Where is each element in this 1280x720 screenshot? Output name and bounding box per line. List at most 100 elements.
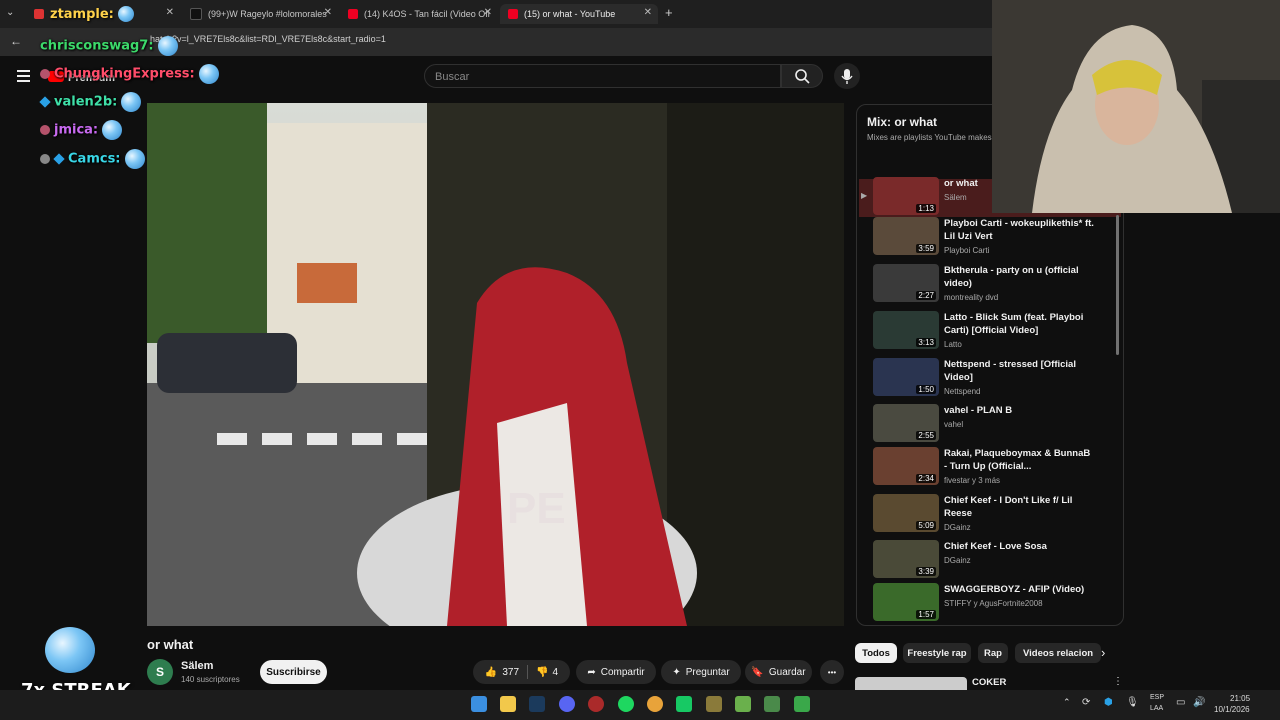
chevron-right-icon[interactable]: › bbox=[1101, 645, 1105, 660]
next-video-title[interactable]: COKER bbox=[972, 677, 1006, 688]
playlist-item-thumbnail[interactable]: 3:59 bbox=[873, 217, 939, 255]
tab-label: (99+)W Rageylo #lolomorales bbox=[208, 9, 327, 19]
file-explorer-icon[interactable] bbox=[500, 696, 516, 712]
sync-icon[interactable]: ⟳ bbox=[1082, 697, 1090, 708]
close-tab-icon[interactable]: ✕ bbox=[644, 7, 652, 18]
playlist-item-thumbnail[interactable]: 1:57 bbox=[873, 583, 939, 621]
spotify-icon[interactable] bbox=[618, 696, 634, 712]
tab-list-chevron-icon[interactable]: ⌄ bbox=[6, 7, 14, 18]
kick-icon[interactable] bbox=[676, 696, 692, 712]
playlist-item-thumbnail[interactable]: 3:13 bbox=[873, 311, 939, 349]
duration-badge: 2:27 bbox=[916, 291, 936, 300]
steam-icon[interactable] bbox=[529, 696, 545, 712]
playlist-item-thumbnail[interactable]: 5:09 bbox=[873, 494, 939, 532]
playlist-item[interactable]: 5:09 Chief Keef - I Don't Like f/ Lil Ree… bbox=[871, 494, 1121, 538]
playlist-item-thumbnail[interactable]: 2:55 bbox=[873, 404, 939, 442]
playlist-item[interactable]: 2:55 vahel - PLAN B vahel bbox=[871, 404, 1121, 448]
next-video-thumbnail[interactable] bbox=[855, 677, 967, 691]
voice-search-button[interactable] bbox=[834, 63, 860, 89]
playlist-item-thumbnail[interactable]: 3:39 bbox=[873, 540, 939, 578]
app-icon[interactable] bbox=[588, 696, 604, 712]
subscribe-button[interactable]: Suscribirse bbox=[260, 660, 327, 684]
playlist-item[interactable]: 3:13 Latto - Blick Sum (feat. Playboi Car… bbox=[871, 311, 1121, 355]
like-count[interactable]: 377 bbox=[502, 667, 519, 678]
playlist-item-title[interactable]: Chief Keef - Love Sosa bbox=[944, 540, 1094, 553]
chrome-icon[interactable] bbox=[647, 696, 663, 712]
playlist-scrollbar[interactable] bbox=[1116, 215, 1119, 355]
playlist-item-title[interactable]: Latto - Blick Sum (feat. Playboi Carti) … bbox=[944, 311, 1094, 337]
new-tab-button[interactable]: + bbox=[665, 5, 673, 20]
share-button[interactable]: ➦ Compartir bbox=[576, 660, 656, 684]
playlist-item-title[interactable]: Playboi Carti - wokeuplikethis* ft. Lil … bbox=[944, 217, 1094, 243]
globe-emote-icon bbox=[121, 92, 142, 112]
browser-tab[interactable]: (14) K4OS - Tan fácil (Video Ofi ✕ bbox=[340, 4, 498, 24]
browser-tab[interactable]: ztample: ✕ bbox=[26, 4, 180, 24]
playlist-item-thumbnail[interactable]: 1:50 bbox=[873, 358, 939, 396]
playlist-item-channel: DGainz bbox=[944, 556, 971, 565]
tab-label: (14) K4OS - Tan fácil (Video Ofi bbox=[364, 9, 490, 19]
chat-message: chrisconswag7: bbox=[40, 36, 178, 56]
chip-freestyle-rap[interactable]: Freestyle rap bbox=[903, 643, 971, 663]
thumbs-down-icon[interactable]: 👎 bbox=[536, 667, 548, 678]
browser-tab-active[interactable]: (15) or what - YouTube ✕ bbox=[500, 4, 658, 24]
more-options-icon[interactable]: ⋮ bbox=[1113, 676, 1123, 687]
search-input[interactable]: Buscar bbox=[424, 64, 781, 88]
app-icon[interactable] bbox=[794, 696, 810, 712]
user-badge-icon bbox=[40, 125, 50, 135]
minecraft-icon[interactable] bbox=[735, 696, 751, 712]
channel-avatar[interactable]: S bbox=[147, 659, 173, 685]
globe-emote-icon bbox=[157, 36, 178, 56]
playlist-item[interactable]: 2:34 Rakai, Plaqueboymax & BunnaB - Turn … bbox=[871, 447, 1121, 491]
dislike-count[interactable]: 4 bbox=[553, 667, 559, 678]
playlist-item[interactable]: 3:39 Chief Keef - Love Sosa DGainz bbox=[871, 540, 1121, 584]
chip-rap[interactable]: Rap bbox=[978, 643, 1008, 663]
playlist-item-title[interactable]: Bktherula - party on u (official video) bbox=[944, 264, 1094, 290]
hamburger-menu-icon[interactable] bbox=[17, 70, 30, 82]
chevron-up-icon[interactable]: ⌃ bbox=[1063, 697, 1071, 708]
more-actions-button[interactable]: ••• bbox=[820, 660, 844, 684]
start-button-icon[interactable] bbox=[471, 696, 487, 712]
save-button[interactable]: 🔖 Guardar bbox=[745, 660, 812, 684]
browser-tab[interactable]: (99+)W Rageylo #lolomorales ✕ bbox=[182, 4, 338, 24]
search-button[interactable] bbox=[781, 64, 823, 88]
language-top[interactable]: ESP bbox=[1150, 694, 1164, 701]
back-button[interactable]: ← bbox=[10, 34, 22, 48]
playlist-item-thumbnail[interactable]: 2:27 bbox=[873, 264, 939, 302]
app-icon[interactable] bbox=[706, 696, 722, 712]
chip-videos-relacionados[interactable]: Videos relacion bbox=[1015, 643, 1101, 663]
youtube-favicon-icon bbox=[348, 9, 358, 19]
volume-icon[interactable]: 🔊 bbox=[1193, 697, 1205, 708]
playlist-item-thumbnail[interactable]: 1:13 bbox=[873, 177, 939, 215]
app-icon[interactable] bbox=[764, 696, 780, 712]
chip-todos[interactable]: Todos bbox=[855, 643, 897, 663]
shield-icon[interactable]: ⬢ bbox=[1104, 697, 1113, 708]
network-icon[interactable]: ▭ bbox=[1176, 697, 1185, 708]
url-field[interactable]: hatch?v=l_VRE7Els8c&list=RDl_VRE7Els8c&s… bbox=[150, 34, 386, 44]
playlist-item[interactable]: 3:59 Playboi Carti - wokeuplikethis* ft. … bbox=[871, 217, 1121, 261]
globe-emote-icon bbox=[117, 6, 134, 22]
channel-name[interactable]: Sälem bbox=[181, 660, 213, 672]
clock-time[interactable]: 21:05 bbox=[1230, 694, 1250, 703]
playlist-item-title[interactable]: Chief Keef - I Don't Like f/ Lil Reese bbox=[944, 494, 1094, 520]
close-tab-icon[interactable]: ✕ bbox=[324, 7, 332, 18]
playlist-item-title[interactable]: Nettspend - stressed [Official Video] bbox=[944, 358, 1094, 384]
video-player[interactable]: PE bbox=[147, 103, 844, 626]
tab-favicon-icon bbox=[34, 9, 44, 19]
playlist-item-thumbnail[interactable]: 2:34 bbox=[873, 447, 939, 485]
close-tab-icon[interactable]: ✕ bbox=[166, 7, 174, 18]
mic-tray-icon[interactable]: 🎙 bbox=[1126, 697, 1139, 708]
thumbs-up-icon[interactable]: 👍 bbox=[485, 667, 497, 678]
clock-date[interactable]: 10/1/2026 bbox=[1214, 705, 1250, 714]
hoodie-print-text: PE bbox=[507, 484, 566, 533]
playlist-item[interactable]: 1:57 SWAGGERBOYZ - AFIP (Video) STIFFY y A… bbox=[871, 583, 1121, 625]
playlist-item-title[interactable]: vahel - PLAN B bbox=[944, 404, 1094, 417]
close-tab-icon[interactable]: ✕ bbox=[484, 7, 492, 18]
webcam-frame bbox=[992, 0, 1280, 213]
discord-icon[interactable] bbox=[559, 696, 575, 712]
playlist-item-title[interactable]: Rakai, Plaqueboymax & BunnaB - Turn Up (… bbox=[944, 447, 1094, 473]
playlist-item-title[interactable]: SWAGGERBOYZ - AFIP (Video) bbox=[944, 583, 1094, 596]
playlist-item[interactable]: 2:27 Bktherula - party on u (official vid… bbox=[871, 264, 1121, 308]
language-bottom[interactable]: LAA bbox=[1150, 705, 1163, 712]
ask-button[interactable]: ✦ Preguntar bbox=[661, 660, 741, 684]
playlist-item[interactable]: 1:50 Nettspend - stressed [Official Video… bbox=[871, 358, 1121, 402]
